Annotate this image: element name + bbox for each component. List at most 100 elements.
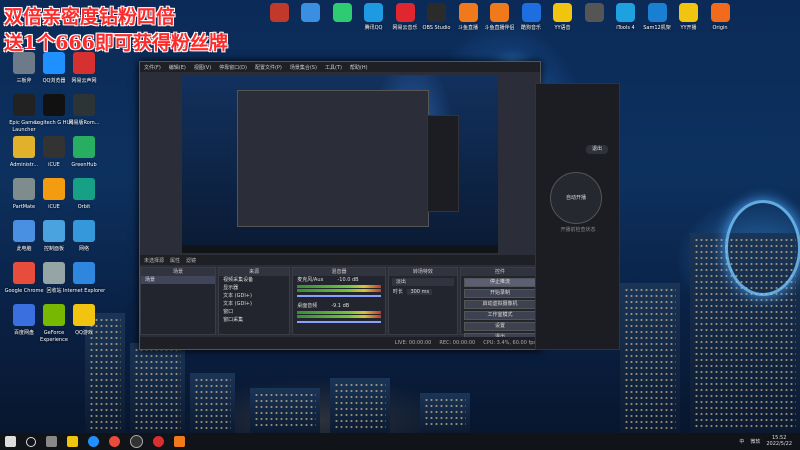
transition-select[interactable]: 淡出 — [391, 278, 455, 286]
channel-db: -10.0 dB — [337, 277, 359, 283]
desktop-icon-label: iCUE — [48, 204, 60, 210]
desktop-app-icon — [73, 178, 95, 200]
edge-icon[interactable] — [88, 436, 99, 447]
live-time: LIVE: 00:00:00 — [394, 340, 432, 346]
obs-menu-item[interactable]: 配置文件(P) — [255, 64, 282, 71]
taskbar: 中 微软 15:52 2022/5/22 — [0, 433, 800, 450]
top-app-icon[interactable]: Origin — [699, 3, 741, 31]
app-icon — [647, 3, 667, 22]
desktop-icon[interactable]: QQ游戏 — [62, 304, 106, 336]
app-icon — [332, 3, 352, 22]
tab-properties[interactable]: 属性 — [170, 257, 180, 264]
desktop-icon-label: 回收站 — [46, 288, 62, 294]
obs-taskbar-icon[interactable] — [130, 435, 143, 448]
no-source-label: 未选择源 — [144, 257, 165, 264]
app-label: 网易云音乐 — [392, 25, 418, 31]
transitions-title: 转场特效 — [388, 268, 458, 276]
rec-time: REC: 00:00:00 — [439, 340, 476, 346]
obs-menu-item[interactable]: 帮助(H) — [350, 64, 368, 71]
control-button[interactable]: 启动虚拟摄像机 — [464, 300, 536, 309]
chrome-icon[interactable] — [109, 436, 120, 447]
sources-title: 来源 — [219, 268, 290, 276]
desktop-icon-label: 此电脑 — [16, 246, 32, 252]
desktop-icon-label: QQ游戏 — [75, 330, 93, 336]
source-item[interactable]: 窗口 — [219, 308, 289, 316]
scene-item[interactable]: 场景 — [141, 276, 216, 284]
ime-indicator[interactable]: 中 — [739, 438, 744, 445]
mixer-title: 混音器 — [293, 268, 385, 276]
stream-assistant-window[interactable]: 退出 自动开播 开播前检查状态 — [535, 83, 620, 350]
obs-window[interactable]: 文件(F) 编辑(E) 视图(V) 停靠窗口(D) 配置文件(P) 场景集合(S) 工具(T… — [139, 61, 544, 350]
obs-docks: 场景 场景 来源 视频采集设备 显示器 文本 (GDI+) 文本 (GDI+) 窗口 窗口… — [140, 267, 540, 342]
weather-label: 微软 — [750, 438, 761, 445]
mixer-dock: 混音器 麦克风/Aux -10.0 dB 桌面音频 -9.1 dB — [292, 267, 386, 335]
desktop-icon-label: Orbit — [77, 204, 91, 210]
desktop-app-icon — [73, 220, 95, 242]
desktop-icon-label: 网络 — [78, 246, 89, 252]
source-item[interactable]: 窗口采集 — [219, 316, 289, 324]
windows-start-icon[interactable] — [5, 436, 16, 447]
app-icon — [269, 3, 289, 22]
obs-menu-item[interactable]: 视图(V) — [194, 64, 211, 71]
desktop-app-icon — [73, 52, 95, 74]
clock[interactable]: 15:52 2022/5/22 — [766, 435, 792, 447]
obs-menu-item[interactable]: 工具(T) — [325, 64, 342, 71]
tab-filters[interactable]: 滤镜 — [186, 257, 196, 264]
douyu-icon[interactable] — [174, 436, 185, 447]
explorer-icon[interactable] — [67, 436, 78, 447]
desktop-icon-label: 百度网盘 — [13, 330, 34, 336]
obs-menu-item[interactable]: 编辑(E) — [169, 64, 186, 71]
desktop-icon[interactable]: Orbit — [62, 178, 106, 210]
control-button[interactable]: 工作室模式 — [464, 311, 536, 320]
promo-line-1: 双倍亲密度钻粉四倍 — [4, 6, 176, 28]
obs-preview[interactable] — [182, 75, 498, 253]
control-button[interactable]: 设置 — [464, 322, 536, 331]
search-icon[interactable] — [26, 436, 36, 447]
desktop-icon[interactable]: 网易云声网 — [62, 52, 106, 84]
duration-input[interactable]: 300 ms — [407, 289, 433, 295]
netease-music-icon[interactable] — [153, 436, 164, 447]
desktop-icon[interactable]: 网易版Rom... — [62, 94, 106, 126]
desktop-app-icon — [73, 304, 95, 326]
app-icon — [616, 3, 635, 22]
exit-button[interactable]: 退出 — [586, 145, 608, 154]
desktop-icon-label: GreenHub — [71, 162, 97, 168]
control-button[interactable]: 停止推流 — [464, 278, 536, 287]
controls-dock: 控件 停止推流开始录制启动虚拟摄像机工作室模式设置退出 — [460, 267, 540, 342]
duration-row: 时长 300 ms — [389, 288, 457, 296]
obs-menu-item[interactable]: 文件(F) — [144, 64, 161, 71]
app-label: 腾讯QQ — [364, 25, 383, 31]
desktop-icon-label: 三板斧 — [16, 78, 32, 84]
obs-menu-item[interactable]: 停靠窗口(D) — [219, 64, 247, 71]
desktop-icon-label: Internet Explorer — [62, 288, 106, 294]
control-button[interactable]: 开始录制 — [464, 289, 536, 298]
app-icon — [553, 3, 572, 22]
volume-meter — [297, 285, 381, 288]
source-item[interactable]: 文本 (GDI+) — [219, 300, 289, 308]
app-icon — [710, 3, 730, 22]
source-item[interactable]: 视频采集设备 — [219, 276, 289, 284]
app-icon — [521, 3, 541, 22]
channel-name: 桌面音频 — [297, 303, 318, 309]
desktop-app-icon — [73, 262, 95, 284]
desktop-icon[interactable]: GreenHub — [62, 136, 106, 168]
desktop-icon[interactable]: Internet Explorer — [62, 262, 106, 294]
source-item[interactable]: 显示器 — [219, 284, 289, 292]
desktop-icon-label: iCUE — [48, 162, 60, 168]
clock-date: 2022/5/22 — [766, 441, 792, 447]
source-item[interactable]: 文本 (GDI+) — [219, 292, 289, 300]
app-icon — [427, 3, 446, 22]
scenes-title: 场景 — [141, 268, 216, 276]
app-label: YY开播 — [680, 25, 697, 31]
desktop-app-icon — [73, 94, 95, 116]
auto-start-button[interactable]: 自动开播 — [550, 172, 602, 224]
task-view-icon[interactable] — [46, 436, 57, 447]
volume-slider[interactable] — [297, 295, 381, 297]
desktop-app-icon — [73, 136, 95, 158]
obs-menu-item[interactable]: 场景集合(S) — [290, 64, 317, 71]
volume-meter — [297, 289, 381, 292]
volume-slider[interactable] — [297, 321, 381, 323]
desktop-icon[interactable]: 网络 — [62, 220, 106, 252]
app-icon — [679, 3, 698, 22]
app-icon — [490, 3, 509, 22]
